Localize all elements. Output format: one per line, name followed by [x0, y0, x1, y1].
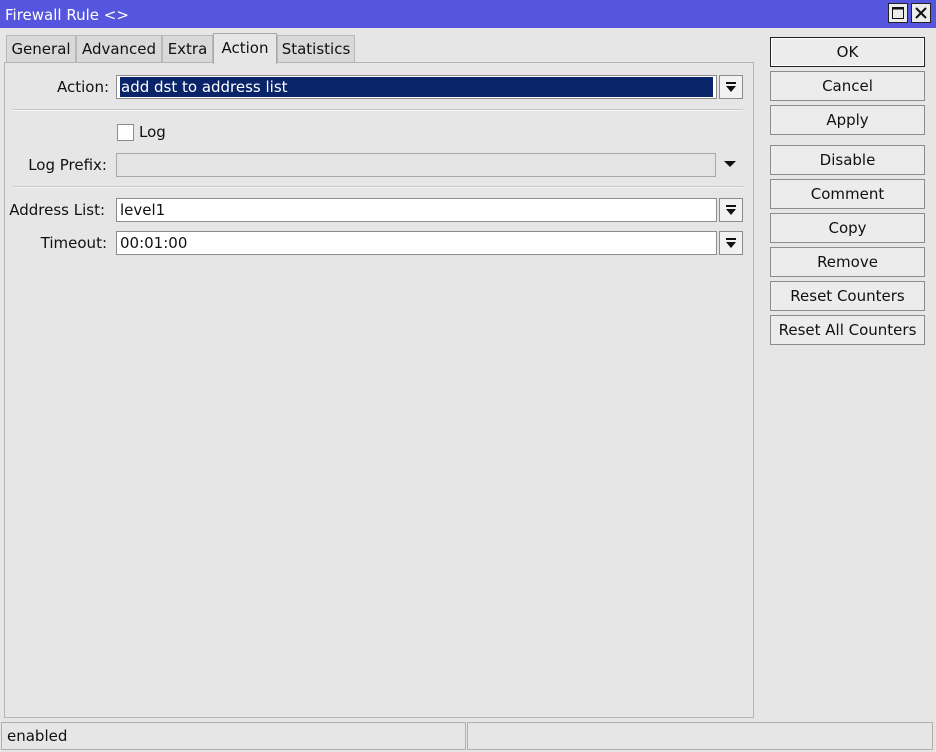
tab-extra[interactable]: Extra — [162, 35, 213, 63]
firewall-rule-window: Firewall Rule <> General Advanced Extra … — [0, 0, 936, 752]
ok-button[interactable]: OK — [770, 37, 925, 67]
log-prefix-dropdown[interactable] — [719, 153, 743, 177]
cancel-button[interactable]: Cancel — [770, 71, 925, 101]
disable-button[interactable]: Disable — [770, 145, 925, 175]
address-list-input[interactable]: level1 — [116, 198, 717, 222]
dropdown-arrow-icon — [726, 205, 736, 215]
reset-all-counters-button[interactable]: Reset All Counters — [770, 315, 925, 345]
timeout-input[interactable]: 00:01:00 — [116, 231, 717, 255]
status-bar: enabled — [0, 720, 936, 752]
address-list-dropdown-button[interactable] — [719, 198, 743, 222]
comment-button[interactable]: Comment — [770, 179, 925, 209]
title-bar[interactable]: Firewall Rule <> — [0, 0, 936, 28]
log-label: Log — [139, 123, 166, 141]
dropdown-arrow-icon — [726, 82, 736, 92]
remove-button[interactable]: Remove — [770, 247, 925, 277]
dropdown-arrow-icon — [726, 238, 736, 248]
log-prefix-label: Log Prefix: — [28, 156, 107, 174]
separator — [13, 186, 743, 188]
log-checkbox[interactable] — [117, 124, 134, 141]
close-icon — [915, 7, 927, 19]
action-label: Action: — [56, 78, 109, 96]
maximize-icon — [892, 7, 904, 19]
dropdown-arrow-icon — [724, 161, 736, 167]
tab-general[interactable]: General — [6, 35, 76, 63]
close-button[interactable] — [911, 3, 931, 23]
action-value: add dst to address list — [120, 77, 713, 97]
separator — [13, 109, 743, 111]
action-select[interactable]: add dst to address list — [116, 75, 717, 99]
status-secondary — [467, 722, 933, 750]
action-panel: Action: add dst to address list Log Log … — [4, 62, 754, 718]
log-prefix-input[interactable] — [116, 153, 716, 177]
tab-advanced[interactable]: Advanced — [76, 35, 162, 63]
copy-button[interactable]: Copy — [770, 213, 925, 243]
action-dropdown-button[interactable] — [719, 75, 743, 99]
status-enabled: enabled — [1, 722, 466, 750]
window-title: Firewall Rule <> — [5, 6, 129, 24]
tab-statistics[interactable]: Statistics — [277, 35, 355, 63]
maximize-button[interactable] — [888, 3, 908, 23]
apply-button[interactable]: Apply — [770, 105, 925, 135]
address-list-label: Address List: — [9, 201, 105, 219]
tab-action[interactable]: Action — [213, 33, 277, 64]
reset-counters-button[interactable]: Reset Counters — [770, 281, 925, 311]
timeout-label: Timeout: — [40, 234, 107, 252]
timeout-dropdown-button[interactable] — [719, 231, 743, 255]
